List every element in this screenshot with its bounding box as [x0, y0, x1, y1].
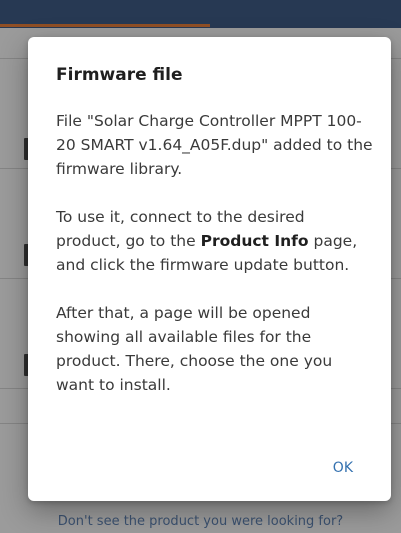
- dialog-paragraph-next-steps: After that, a page will be opened showin…: [56, 304, 333, 394]
- ok-button[interactable]: OK: [329, 458, 357, 478]
- dialog-title: Firmware file: [56, 65, 183, 85]
- product-info-emphasis: Product Info: [200, 232, 309, 250]
- firmware-file-dialog: Firmware file File "Solar Charge Control…: [28, 37, 391, 501]
- dialog-paragraph-file-added: File "Solar Charge Controller MPPT 100-2…: [56, 112, 373, 178]
- dialog-paragraph-instructions: To use it, connect to the desired produc…: [56, 205, 374, 277]
- dialog-message: File "Solar Charge Controller MPPT 100-2…: [56, 109, 374, 421]
